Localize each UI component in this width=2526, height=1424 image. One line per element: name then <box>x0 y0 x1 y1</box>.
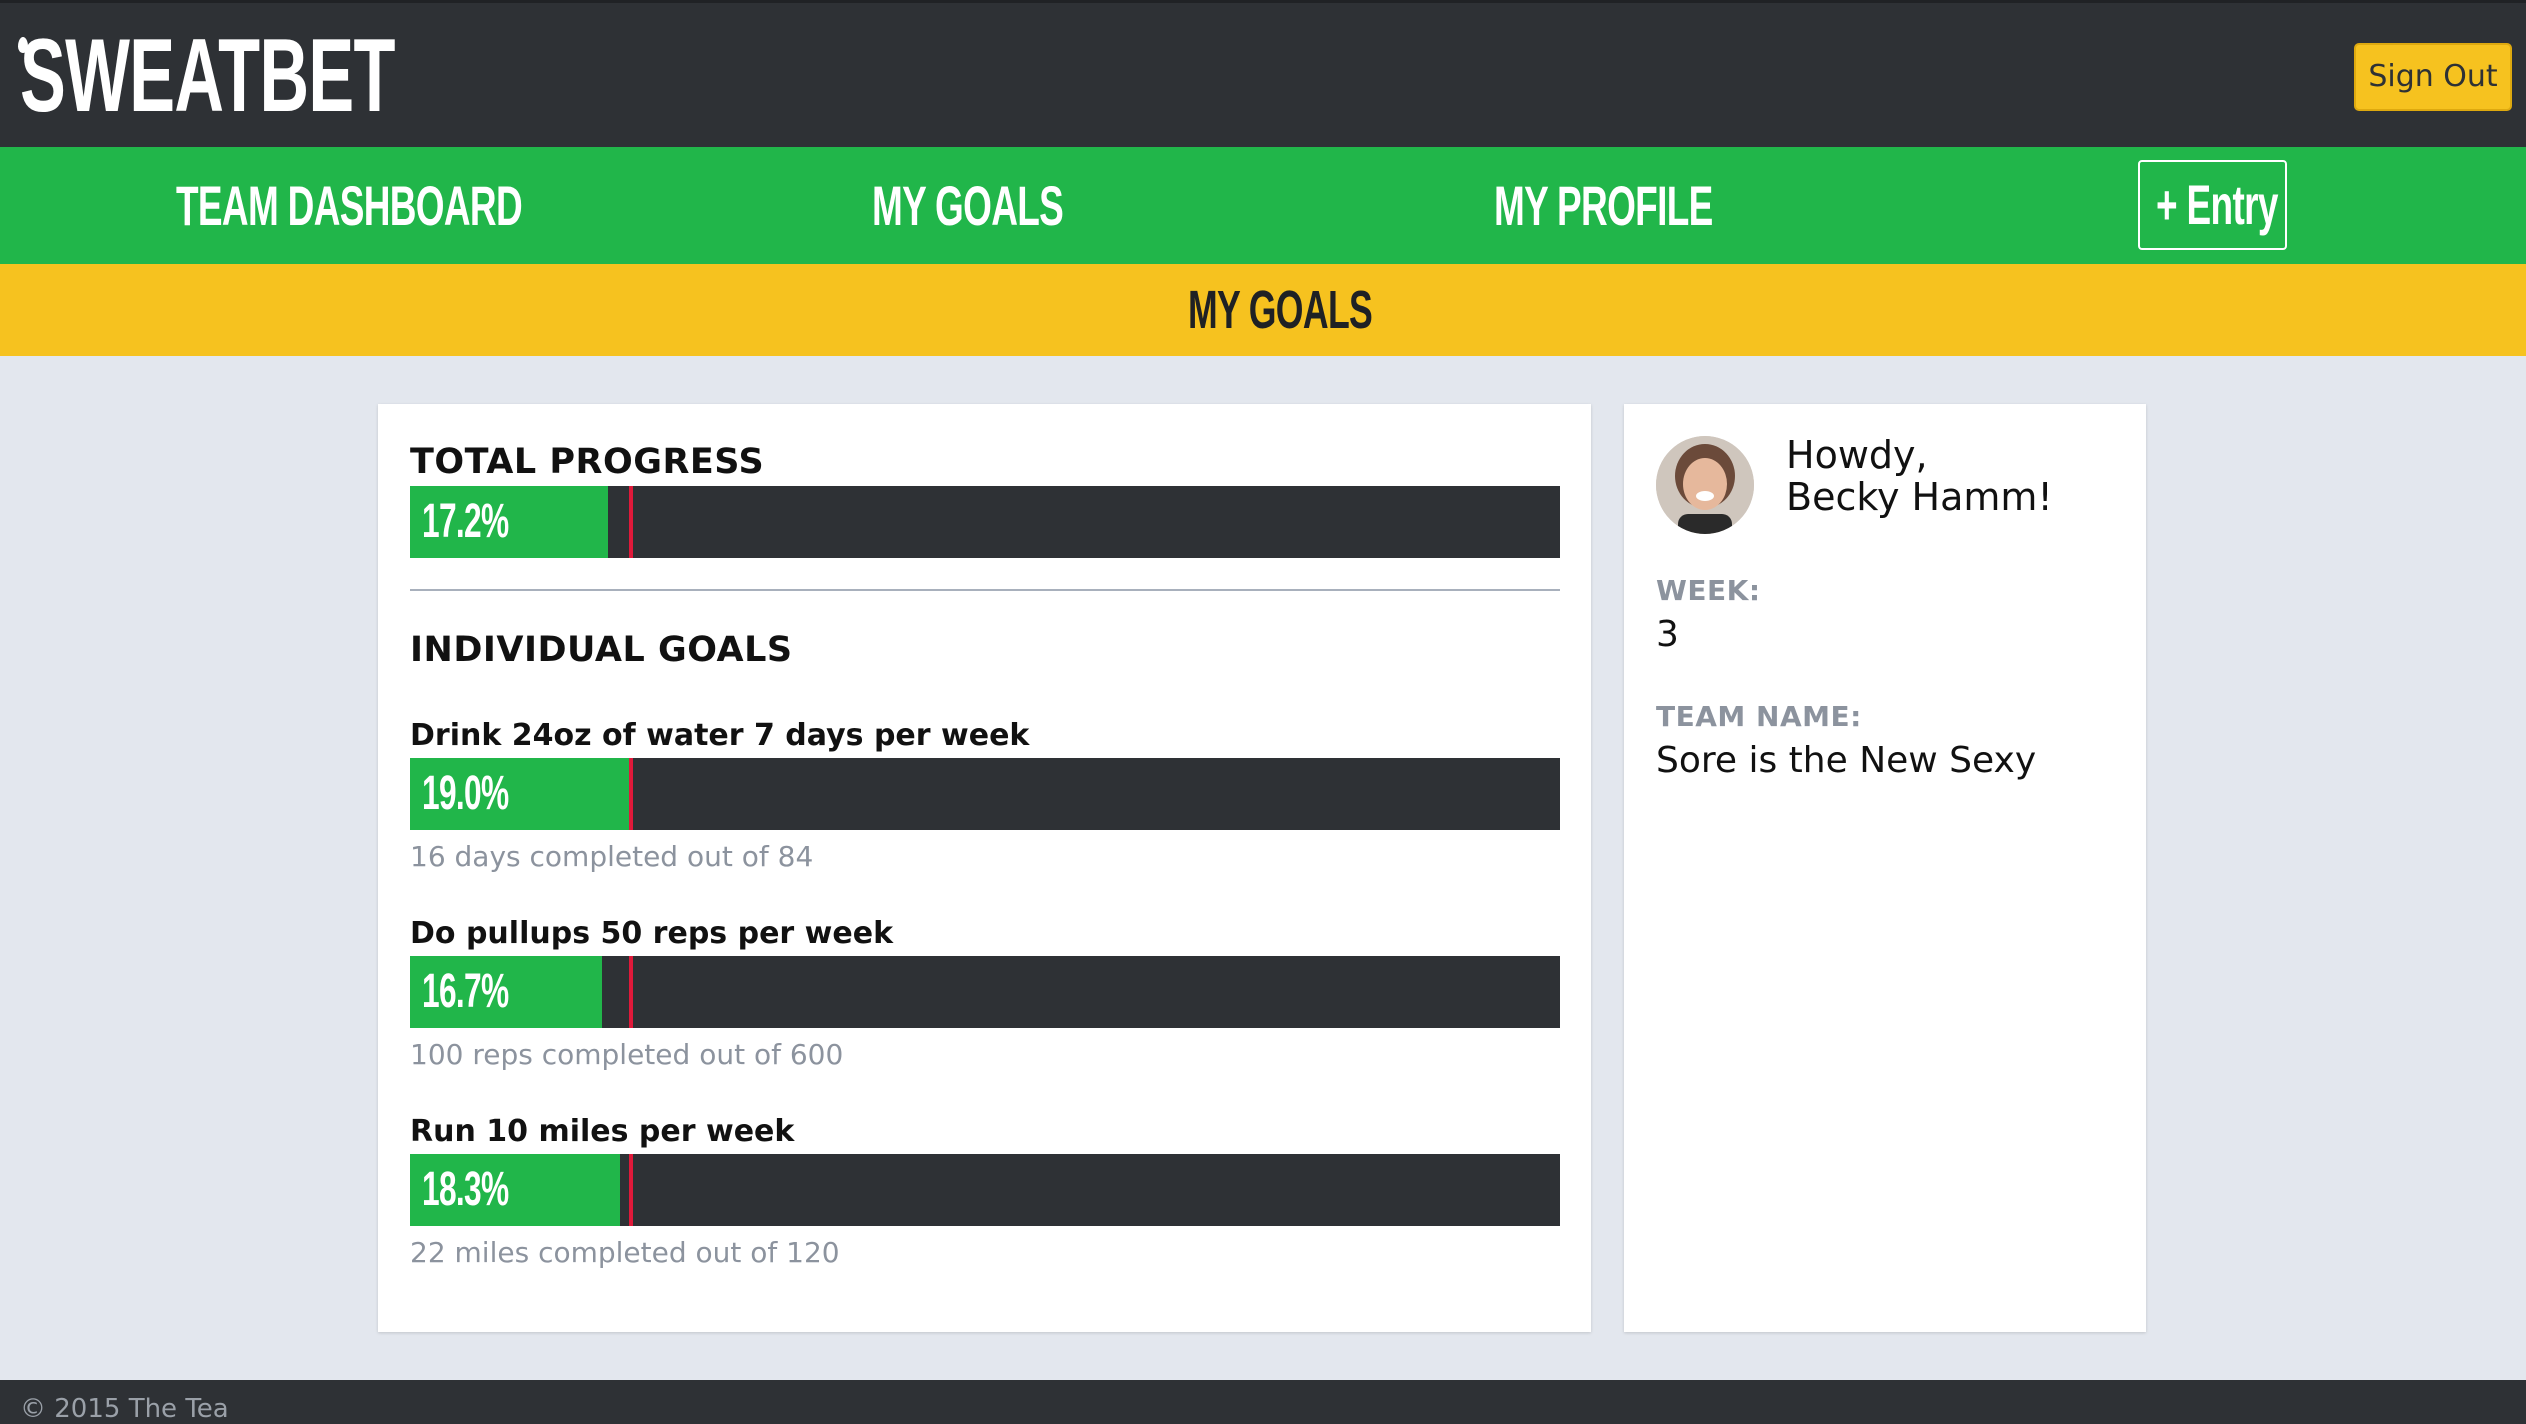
week-marker <box>629 956 633 1028</box>
progress-percent: 19.0% <box>422 767 509 820</box>
goal-summary: 22 miles completed out of 120 <box>410 1236 840 1269</box>
greeting-line-1: Howdy, <box>1786 433 1928 477</box>
goal-progress-bar: 19.0% <box>410 758 1560 830</box>
goal-progress-bar: 18.3% <box>410 1154 1560 1226</box>
total-progress-title: TOTAL PROGRESS <box>410 442 765 482</box>
goal-title: Run 10 miles per week <box>410 1114 795 1149</box>
goals-card: TOTAL PROGRESS 17.2% INDIVIDUAL GOALS Dr… <box>378 404 1591 1332</box>
user-name: Becky Hamm! <box>1786 475 2053 519</box>
progress-percent: 18.3% <box>422 1163 509 1216</box>
greeting: Howdy, Becky Hamm! <box>1786 434 2053 518</box>
progress-percent: 17.2% <box>422 495 509 548</box>
avatar[interactable] <box>1656 436 1754 534</box>
nav-my-goals[interactable]: MY GOALS <box>872 147 1064 264</box>
add-entry-button[interactable]: + Entry <box>2138 160 2287 250</box>
goal-title: Drink 24oz of water 7 days per week <box>410 718 1030 753</box>
progress-percent: 16.7% <box>422 965 509 1018</box>
add-entry-label: + Entry <box>2156 173 2278 236</box>
divider <box>410 589 1560 591</box>
week-label: WEEK: <box>1656 574 1761 607</box>
nav-my-profile[interactable]: MY PROFILE <box>1494 147 1713 264</box>
week-marker <box>629 486 633 558</box>
team-name-value: Sore is the New Sexy <box>1656 740 2037 781</box>
app-logo[interactable]: SWEATBET <box>20 21 395 131</box>
week-value: 3 <box>1656 614 1679 655</box>
goal-progress-bar: 16.7% <box>410 956 1560 1028</box>
footer: © 2015 The Tea <box>0 1380 2526 1424</box>
team-name-label: TEAM NAME: <box>1656 700 1862 733</box>
total-progress-bar: 17.2% <box>410 486 1560 558</box>
page-header: MY GOALS <box>0 264 2526 356</box>
goal-summary: 16 days completed out of 84 <box>410 840 814 873</box>
week-marker <box>629 758 633 830</box>
avatar-photo-icon <box>1656 436 1754 534</box>
individual-goals-title: INDIVIDUAL GOALS <box>410 630 793 670</box>
page-title: MY GOALS <box>1188 280 1373 340</box>
main-nav: TEAM DASHBOARD MY GOALS MY PROFILE + Ent… <box>0 147 2526 264</box>
footer-text: © 2015 The Tea <box>20 1394 229 1424</box>
sign-out-button[interactable]: Sign Out <box>2354 43 2512 111</box>
top-bar: SWEATBET Sign Out <box>0 0 2526 147</box>
profile-card: Howdy, Becky Hamm! WEEK: 3 TEAM NAME: So… <box>1624 404 2146 1332</box>
goal-summary: 100 reps completed out of 600 <box>410 1038 844 1071</box>
nav-team-dashboard[interactable]: TEAM DASHBOARD <box>176 147 523 264</box>
goal-title: Do pullups 50 reps per week <box>410 916 894 951</box>
week-marker <box>629 1154 633 1226</box>
